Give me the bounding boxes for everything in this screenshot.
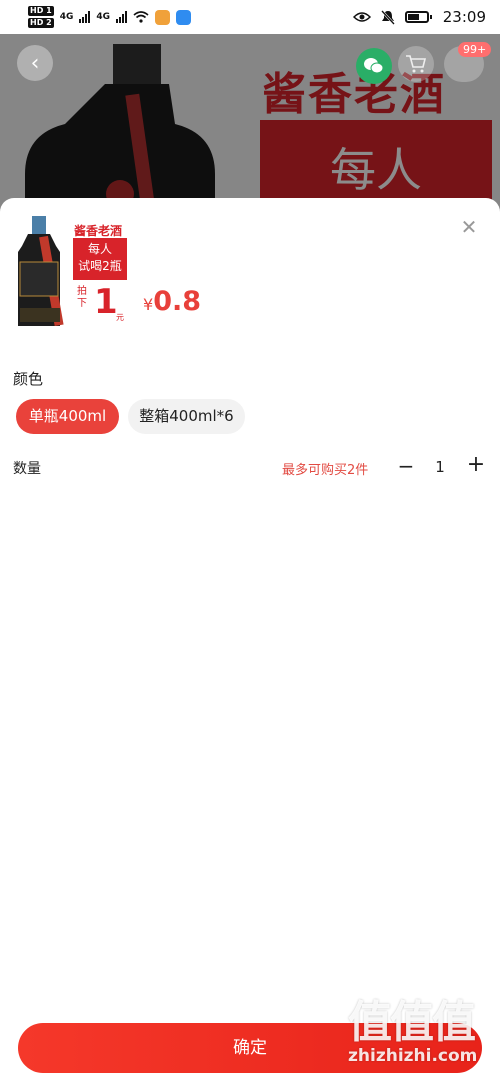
thumb-promo-line1: 每人 bbox=[87, 242, 112, 256]
price-currency: ¥ bbox=[143, 295, 154, 314]
network-label-2: 4G bbox=[96, 12, 110, 22]
back-button[interactable]: ‹ bbox=[17, 45, 53, 81]
signal-icon-2 bbox=[116, 11, 127, 23]
quantity-label: 数量 bbox=[13, 461, 41, 477]
chevron-left-icon: ‹ bbox=[30, 50, 40, 76]
thumb-promo-line2: 试喝2瓶 bbox=[78, 259, 122, 273]
option-single-bottle[interactable]: 单瓶400ml bbox=[16, 399, 119, 434]
watermark-text: zhizhizhi.com bbox=[348, 1046, 478, 1066]
thumb-promo-box: 每人 试喝2瓶 bbox=[73, 238, 127, 280]
thumb-pai-text: 拍下 bbox=[77, 286, 87, 309]
battery-icon bbox=[404, 11, 432, 23]
increase-quantity-button[interactable]: + bbox=[466, 454, 486, 476]
signal-icon bbox=[79, 11, 91, 23]
weather-app-icon bbox=[176, 9, 191, 25]
decrease-quantity-button[interactable]: − bbox=[396, 456, 416, 476]
eye-icon bbox=[352, 12, 371, 22]
thumb-big-number: 1 bbox=[94, 282, 118, 322]
status-bar: HD 1 HD 2 4G 4G 23:09 bbox=[0, 0, 500, 34]
status-left: HD 1 HD 2 4G 4G bbox=[28, 5, 191, 29]
wechat-icon bbox=[364, 58, 384, 74]
close-icon: ✕ bbox=[460, 215, 478, 239]
hd-indicator: HD 1 HD 2 bbox=[28, 5, 54, 29]
wechat-share-button[interactable] bbox=[356, 48, 392, 84]
clock: 23:09 bbox=[442, 8, 486, 26]
cart-badge: 99+ bbox=[458, 42, 492, 57]
sku-selector-sheet: ✕ 酱香老酒 每人 试喝2瓶 拍下 1 元 ¥0.8 颜色 单瓶400ml 整箱… bbox=[0, 198, 500, 1083]
wifi-icon bbox=[133, 11, 149, 23]
cart-button[interactable] bbox=[398, 46, 434, 82]
thumb-title: 酱香老酒 bbox=[74, 224, 123, 238]
color-label: 颜色 bbox=[13, 370, 44, 388]
cart-icon bbox=[406, 55, 427, 73]
watermark: 值值值 zhizhizhi.com bbox=[348, 998, 493, 1078]
close-button[interactable]: ✕ bbox=[460, 215, 478, 239]
hd1-label: HD 1 bbox=[28, 6, 54, 16]
watermark-logo: 值值值 bbox=[348, 997, 476, 1048]
price: ¥0.8 bbox=[143, 286, 201, 317]
purchase-limit-text: 最多可购买2件 bbox=[282, 463, 369, 478]
price-value: 0.8 bbox=[153, 286, 202, 317]
app-notification-icon bbox=[155, 9, 170, 25]
hd2-label: HD 2 bbox=[28, 18, 54, 28]
quantity-value[interactable]: 1 bbox=[430, 458, 450, 476]
mute-bell-icon bbox=[380, 9, 395, 25]
network-label-1: 4G bbox=[59, 12, 74, 22]
option-full-case[interactable]: 整箱400ml*6 bbox=[128, 399, 245, 434]
thumb-yuan: 元 bbox=[116, 313, 124, 322]
status-right: 23:09 bbox=[352, 8, 486, 26]
